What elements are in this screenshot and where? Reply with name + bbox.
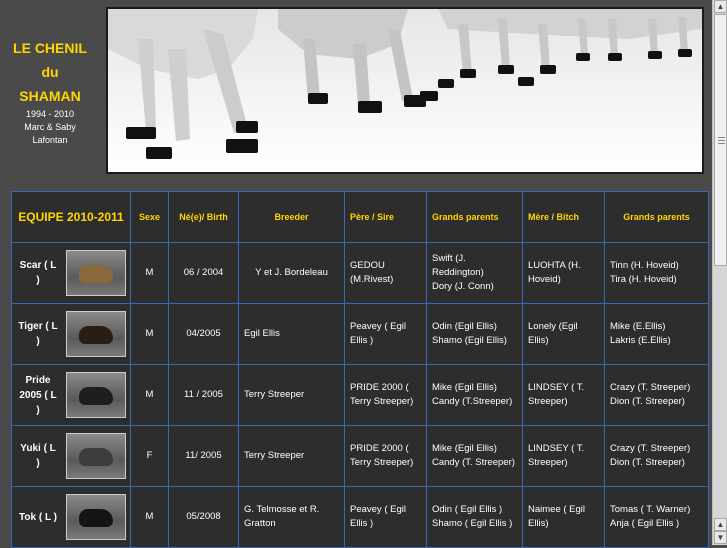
- dog-photo-thumbnail[interactable]: [66, 311, 126, 357]
- team-table: EQUIPE 2010-2011 Sexe Né(e)/ Birth Breed…: [11, 191, 709, 548]
- dam-grandparent-2: Anja ( Egil Ellis ): [610, 518, 680, 529]
- logo-line-3: SHAMAN: [19, 88, 81, 104]
- dog-sexe: M: [130, 486, 169, 548]
- header-sexe: Sexe: [130, 191, 169, 243]
- dog-sire: GEDOU (M.Rivest): [344, 242, 427, 304]
- dog-sire: Peavey ( Egil Ellis ): [344, 486, 427, 548]
- dog-sexe: M: [130, 303, 169, 365]
- dam-grandparents: Crazy (T. Streeper) Dion (T. Streeper): [604, 425, 709, 487]
- dam-grandparent-1: Crazy (T. Streeper): [610, 382, 691, 393]
- header-dam: Mère / Bitch: [522, 191, 605, 243]
- dog-sire: Peavey ( Egil Ellis ): [344, 303, 427, 365]
- scroll-up-arrow-icon[interactable]: ▲: [714, 0, 727, 13]
- dog-breeder: Egil Ellis: [238, 303, 345, 365]
- dog-name: Scar ( L ): [19, 260, 57, 286]
- dog-sexe: F: [130, 425, 169, 487]
- dog-sire: PRIDE 2000 ( Terry Streeper): [344, 364, 427, 426]
- dog-sexe: M: [130, 364, 169, 426]
- sire-grandparent-2: Candy (T. Streeper): [432, 457, 515, 468]
- dog-breeder: G. Telmosse et R. Gratton: [238, 486, 345, 548]
- dog-name: Tiger ( L ): [18, 321, 58, 347]
- sire-grandparents: Odin (Egil Ellis) Shamo (Egil Ellis): [426, 303, 523, 365]
- dog-breeder: Terry Streeper: [238, 425, 345, 487]
- sire-grandparent-2: Candy (T.Streeper): [432, 396, 513, 407]
- dam-grandparents: Tinn (H. Hoveid) Tira (H. Hoveid): [604, 242, 709, 304]
- sire-grandparents: Mike (Egil Ellis) Candy (T.Streeper): [426, 364, 523, 426]
- table-row: Scar ( L ) M 06 / 2004 Y et J. Bordeleau…: [11, 242, 709, 304]
- dam-grandparents: Tomas ( T. Warner) Anja ( Egil Ellis ): [604, 486, 709, 548]
- dam-grandparent-2: Lakris (E.Ellis): [610, 335, 671, 346]
- sire-grandparent-1: Swift (J. Reddington): [432, 253, 484, 278]
- dam-grandparent-2: Dion (T. Streeper): [610, 396, 685, 407]
- dog-sexe: M: [130, 242, 169, 304]
- dam-grandparent-1: Tinn (H. Hoveid): [610, 260, 679, 271]
- header-sire: Père / Sire: [344, 191, 427, 243]
- dog-photo-thumbnail[interactable]: [66, 494, 126, 540]
- dog-figure: [79, 387, 113, 405]
- dog-dam: Naimee ( Egil Ellis): [522, 486, 605, 548]
- dam-grandparent-1: Tomas ( T. Warner): [610, 504, 691, 515]
- vertical-scrollbar[interactable]: ▲ ▲ ▼: [712, 0, 727, 545]
- sire-grandparent-2: Shamo ( Egil Ellis ): [432, 518, 513, 529]
- kennel-logo: LE CHENIL du SHAMAN 1994 - 2010 Marc & S…: [0, 0, 100, 175]
- dog-birth: 06 / 2004: [168, 242, 239, 304]
- dog-birth: 11/ 2005: [168, 425, 239, 487]
- logo-owners-1: Marc & Saby: [24, 122, 76, 132]
- scroll-down-arrow-icon[interactable]: ▼: [714, 531, 727, 544]
- dog-name: Yuki ( L ): [20, 443, 56, 469]
- sire-grandparents: Swift (J. Reddington) Dory (J. Conn): [426, 242, 523, 304]
- logo-years: 1994 - 2010: [25, 109, 75, 119]
- logo-line-1: LE CHENIL: [13, 40, 87, 56]
- header-birth: Né(e)/ Birth: [168, 191, 239, 243]
- dog-birth: 04/2005: [168, 303, 239, 365]
- sire-grandparents: Odin ( Egil Ellis ) Shamo ( Egil Ellis ): [426, 486, 523, 548]
- table-row: Tiger ( L ) M 04/2005 Egil Ellis Peavey …: [11, 303, 709, 365]
- dog-birth: 05/2008: [168, 486, 239, 548]
- dog-photo-thumbnail[interactable]: [66, 433, 126, 479]
- banner-photo: [106, 7, 704, 174]
- table-row: Yuki ( L ) F 11/ 2005 Terry Streeper PRI…: [11, 425, 709, 487]
- dog-photo-thumbnail[interactable]: [66, 250, 126, 296]
- dam-grandparents: Mike (E.Ellis) Lakris (E.Ellis): [604, 303, 709, 365]
- sire-grandparents: Mike (Egil Ellis) Candy (T. Streeper): [426, 425, 523, 487]
- sire-grandparent-2: Dory (J. Conn): [432, 281, 494, 292]
- header-grandparents-sire: Grands parents: [426, 191, 523, 243]
- sire-grandparent-2: Shamo (Egil Ellis): [432, 335, 507, 346]
- dam-grandparents: Crazy (T. Streeper) Dion (T. Streeper): [604, 364, 709, 426]
- logo-owners-2: Lafontan: [32, 135, 68, 145]
- logo-line-2: du: [41, 64, 59, 80]
- scroll-down-arrow-icon[interactable]: ▲: [714, 518, 727, 531]
- dog-birth: 11 / 2005: [168, 364, 239, 426]
- dog-dam: Lonely (Egil Ellis): [522, 303, 605, 365]
- dog-figure: [79, 509, 113, 527]
- header-grandparents-dam: Grands parents: [604, 191, 709, 243]
- sire-grandparent-1: Mike (Egil Ellis): [432, 382, 497, 393]
- header-breeder: Breeder: [238, 191, 345, 243]
- dog-figure: [79, 265, 113, 283]
- dam-grandparent-1: Crazy (T. Streeper): [610, 443, 691, 454]
- dog-dam: LUOHTA (H. Hoveid): [522, 242, 605, 304]
- dog-sire: PRIDE 2000 ( Terry Streeper): [344, 425, 427, 487]
- dam-grandparent-2: Tira (H. Hoveid): [610, 274, 677, 285]
- dog-breeder: Terry Streeper: [238, 364, 345, 426]
- dog-figure: [79, 326, 113, 344]
- sire-grandparent-1: Odin (Egil Ellis): [432, 321, 497, 332]
- dog-legs-banner-image: [108, 9, 702, 172]
- dog-photo-thumbnail[interactable]: [66, 372, 126, 418]
- header-team: EQUIPE 2010-2011: [11, 191, 131, 243]
- table-row: Pride 2005 ( L ) M 11 / 2005 Terry Stree…: [11, 364, 709, 426]
- dam-grandparent-2: Dion (T. Streeper): [610, 457, 685, 468]
- sire-grandparent-1: Odin ( Egil Ellis ): [432, 504, 503, 515]
- dog-name: Tok ( L ): [19, 511, 57, 523]
- table-row: Tok ( L ) M 05/2008 G. Telmosse et R. Gr…: [11, 486, 709, 548]
- sire-grandparent-1: Mike (Egil Ellis): [432, 443, 497, 454]
- scrollbar-thumb[interactable]: [714, 14, 727, 266]
- dog-dam: LINDSEY ( T. Streeper): [522, 425, 605, 487]
- dog-name: Pride 2005 ( L ): [19, 374, 57, 416]
- dam-grandparent-1: Mike (E.Ellis): [610, 321, 666, 332]
- dog-dam: LINDSEY ( T. Streeper): [522, 364, 605, 426]
- dog-breeder: Y et J. Bordeleau: [238, 242, 345, 304]
- table-header-row: EQUIPE 2010-2011 Sexe Né(e)/ Birth Breed…: [11, 191, 709, 243]
- dog-figure: [79, 448, 113, 466]
